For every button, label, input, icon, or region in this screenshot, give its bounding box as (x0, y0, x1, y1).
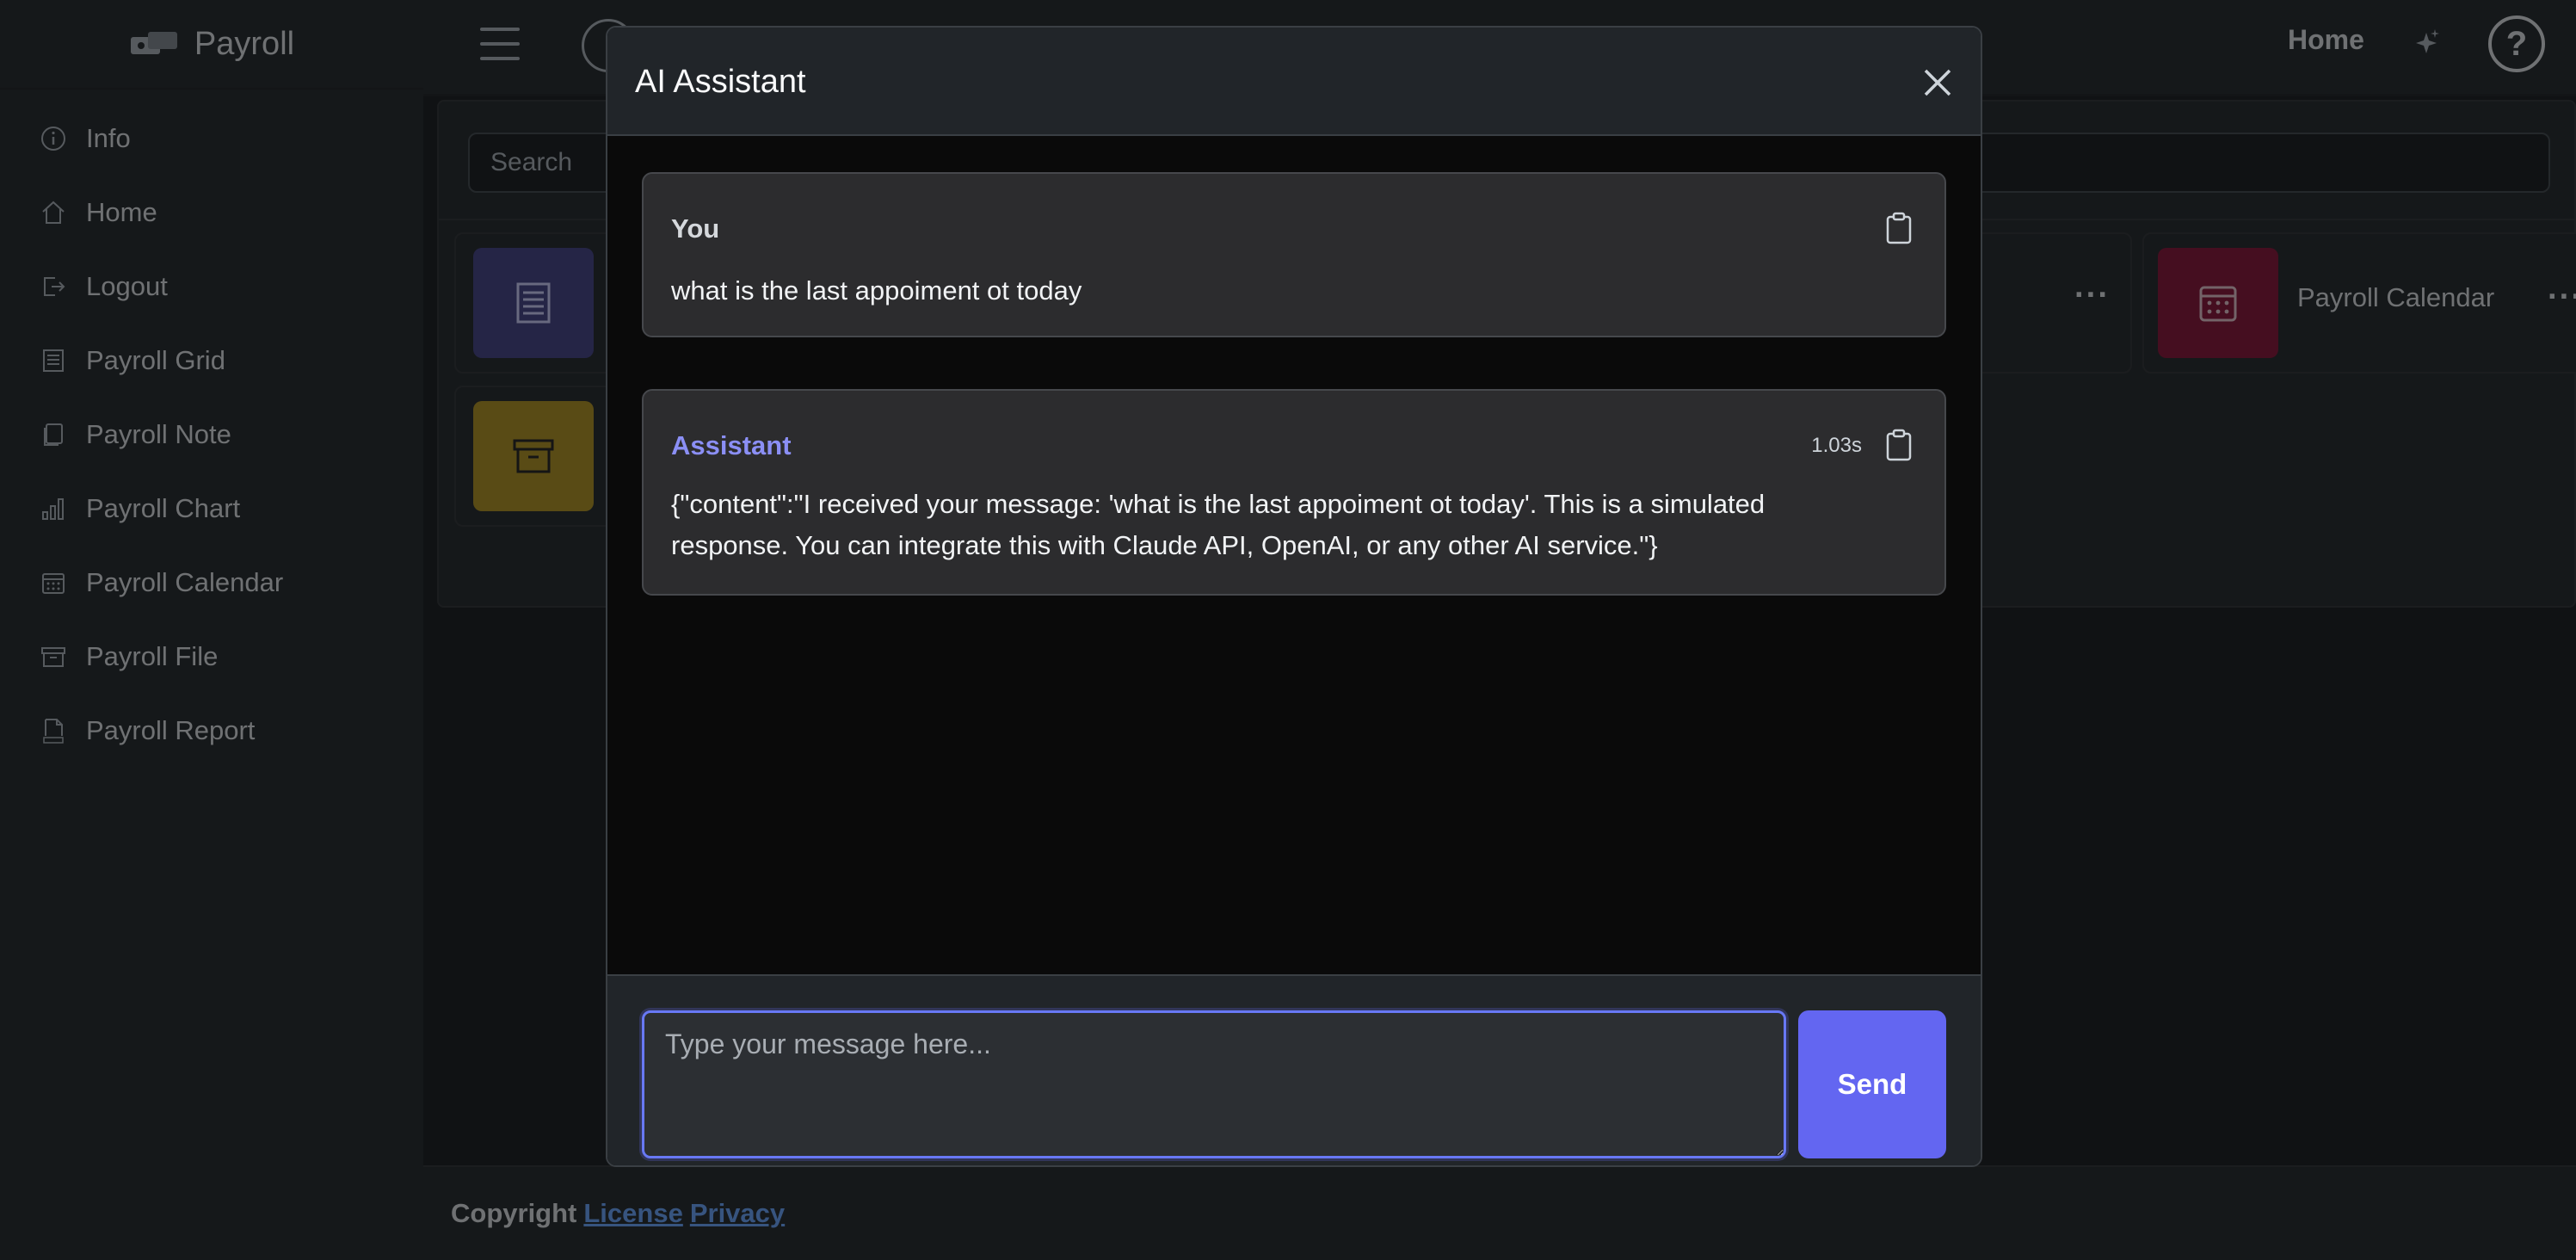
copy-clipboard-icon[interactable] (1884, 429, 1914, 461)
user-message: You what is the last appoiment ot today (642, 172, 1946, 337)
assistant-message: Assistant 1.03s {"content":"I received y… (642, 389, 1946, 596)
message-text: what is the last appoiment ot today (671, 275, 1082, 306)
message-input[interactable] (642, 1010, 1786, 1158)
ai-assistant-modal: AI Assistant You what is the last appoim… (606, 26, 1982, 1167)
copy-clipboard-icon[interactable] (1884, 212, 1914, 244)
modal-title: AI Assistant (635, 64, 806, 100)
close-icon[interactable] (1920, 65, 1955, 100)
response-time: 1.03s (1811, 434, 1862, 457)
modal-header: AI Assistant (607, 28, 1981, 136)
message-text: {"content":"I received your message: 'wh… (671, 489, 1766, 560)
modal-footer: Send (607, 974, 1981, 1165)
chat-history: You what is the last appoiment ot today … (607, 136, 1981, 974)
send-button[interactable]: Send (1798, 1010, 1946, 1158)
message-role: Assistant (671, 430, 792, 460)
message-role: You (671, 213, 720, 244)
